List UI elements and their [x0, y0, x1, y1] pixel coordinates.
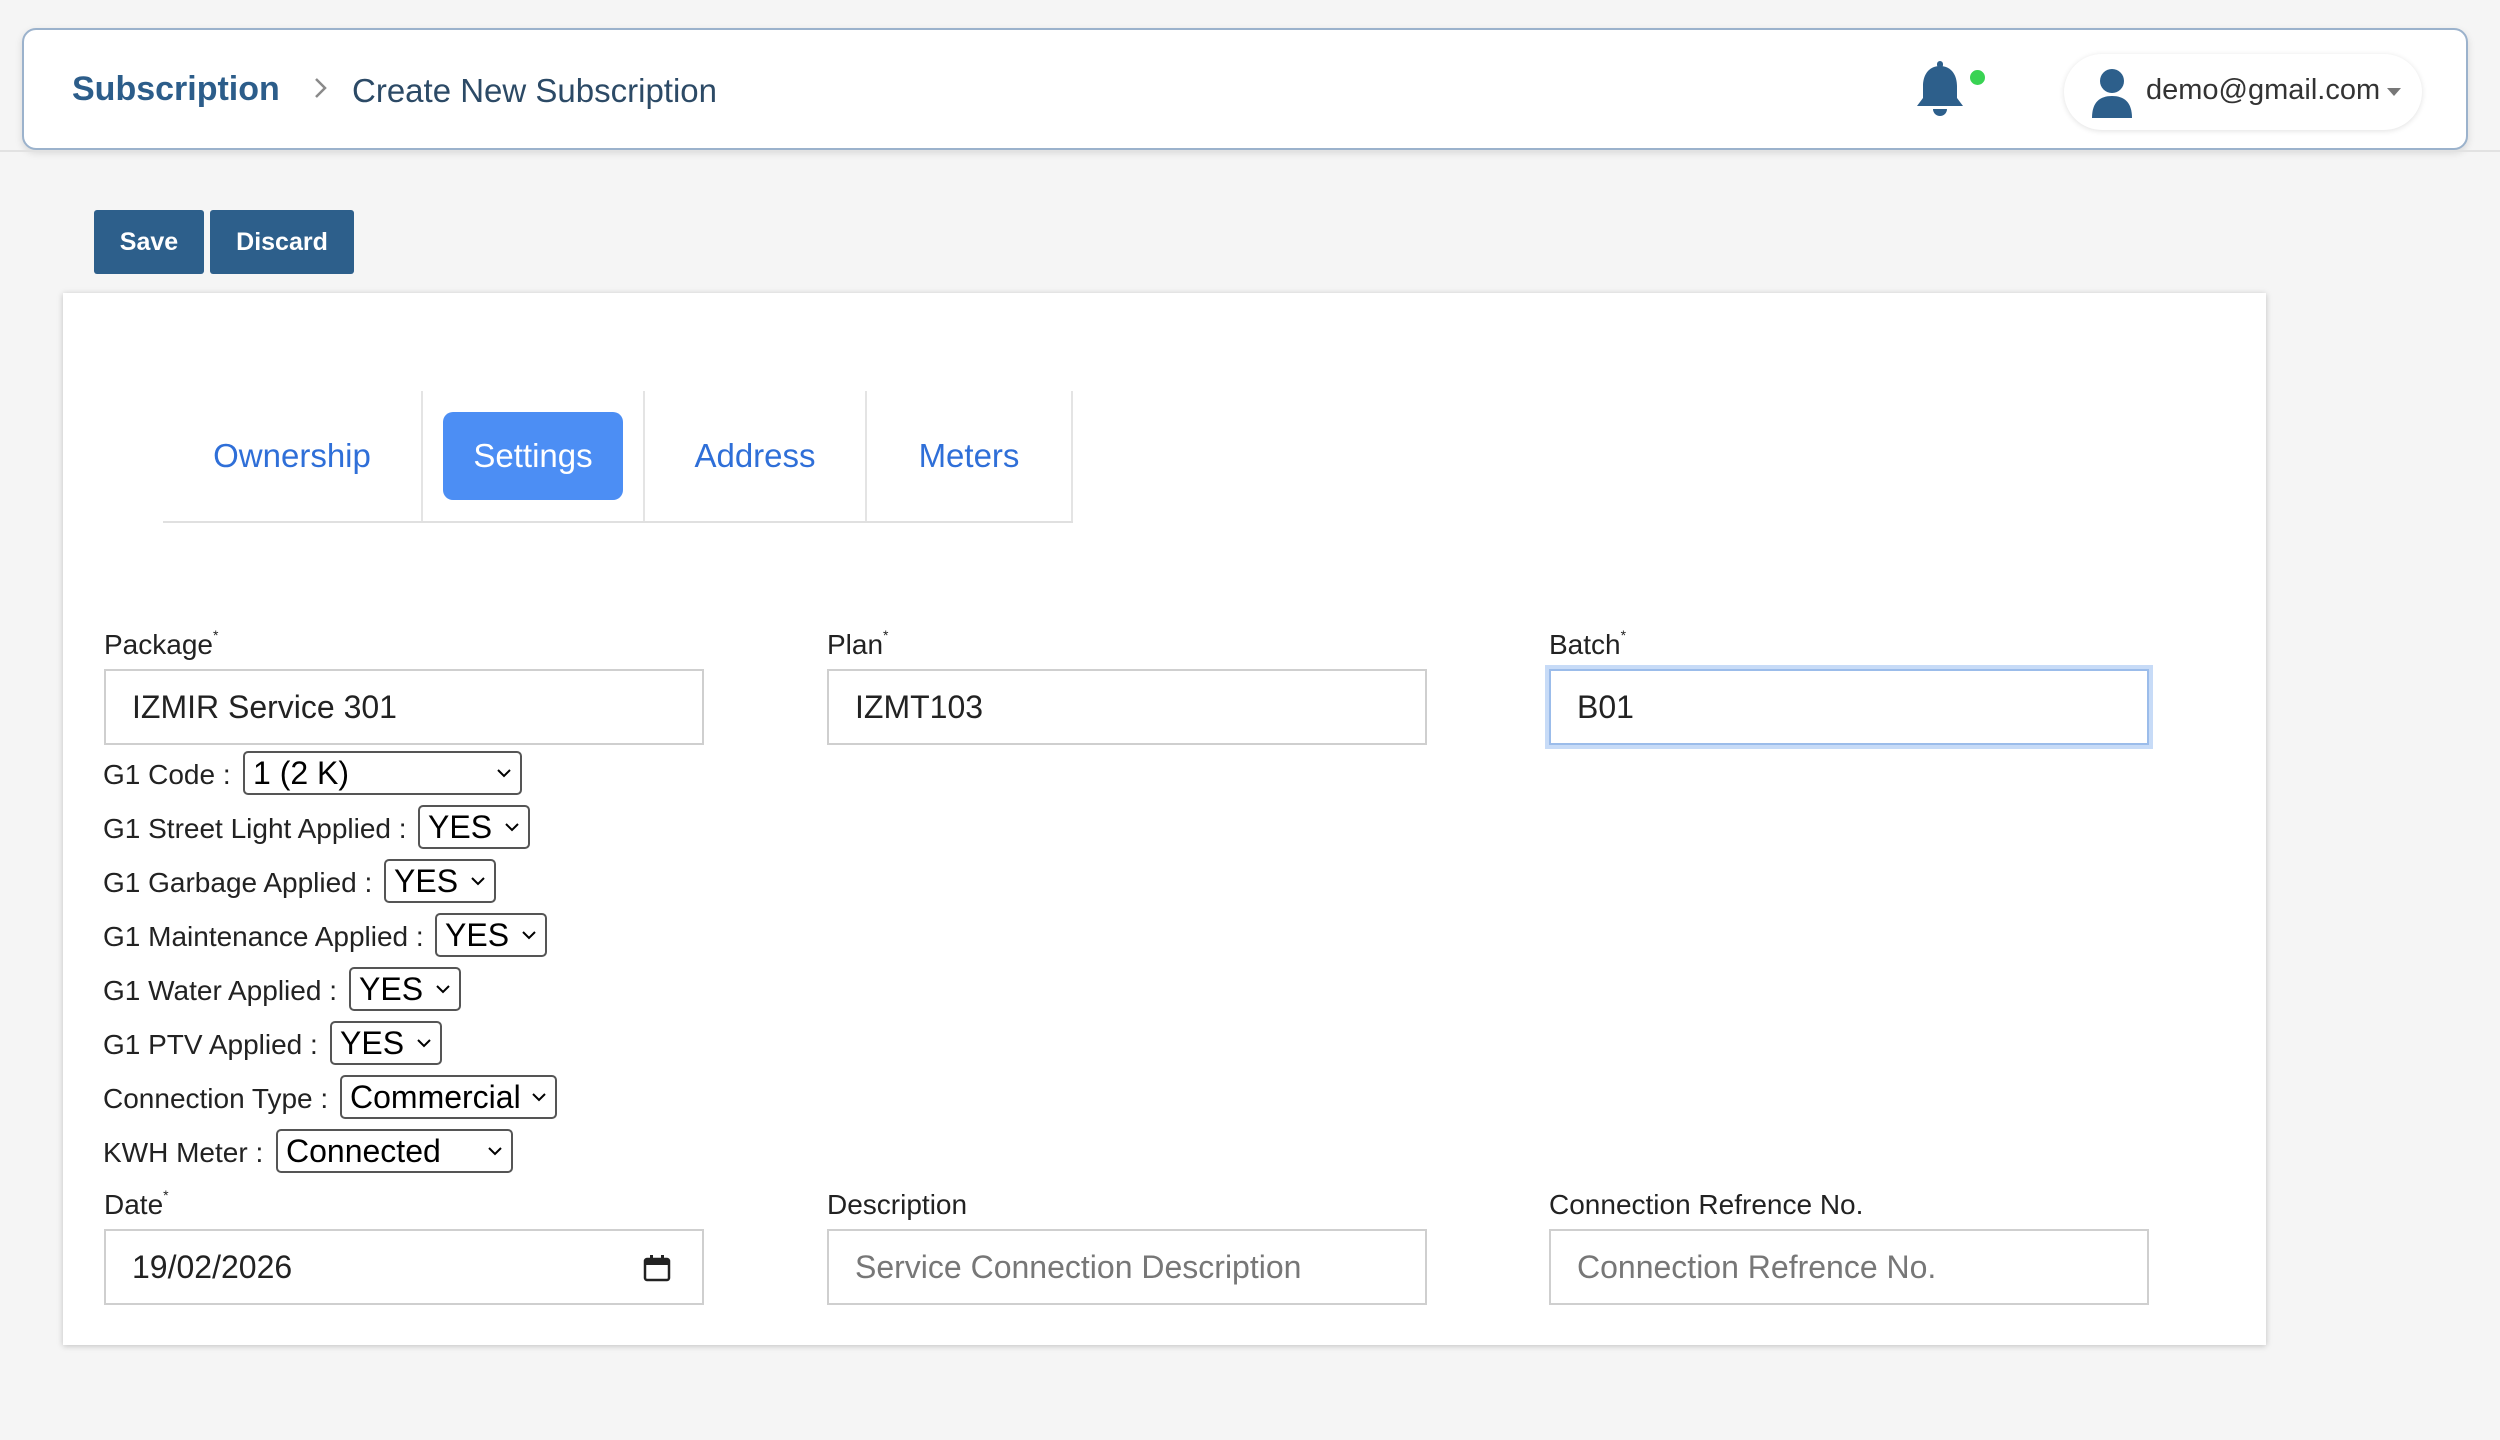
chevron-down-icon	[522, 931, 536, 940]
tab-meters[interactable]: Meters	[867, 391, 1073, 521]
tab-bar: Ownership Settings Address Meters	[163, 391, 1073, 523]
date-field[interactable]: 19/02/2026	[104, 1229, 704, 1305]
chevron-down-icon	[436, 985, 450, 994]
g1-code-label: G1 Code :	[103, 759, 231, 790]
top-header: Subscription Create New Subscription dem…	[22, 28, 2468, 150]
tab-ownership-label: Ownership	[213, 437, 371, 474]
kwh-meter-label: KWH Meter :	[103, 1137, 264, 1168]
date-label: Date*	[104, 1186, 169, 1220]
chevron-right-icon	[315, 78, 327, 98]
connection-type-select[interactable]: Commercial	[340, 1075, 557, 1119]
bell-icon[interactable]	[1912, 60, 1968, 120]
breadcrumb-current: Create New Subscription	[352, 72, 717, 109]
chevron-down-icon	[532, 1093, 546, 1102]
breadcrumb-subscription[interactable]: Subscription	[72, 70, 280, 109]
batch-label: Batch*	[1549, 626, 1627, 660]
calendar-icon[interactable]	[642, 1253, 672, 1283]
header-divider	[0, 150, 2500, 152]
user-menu[interactable]: demo@gmail.com	[2064, 54, 2422, 130]
connection-reference-field[interactable]: Connection Refrence No.	[1549, 1229, 2149, 1305]
g1-water-label: G1 Water Applied :	[103, 975, 337, 1006]
g1-maintenance-label: G1 Maintenance Applied :	[103, 921, 424, 952]
batch-field[interactable]: B01	[1549, 669, 2149, 745]
description-field[interactable]: Service Connection Description	[827, 1229, 1427, 1305]
plan-field[interactable]: IZMT103	[827, 669, 1427, 745]
g1-street-light-label: G1 Street Light Applied :	[103, 813, 407, 844]
g1-maintenance-select[interactable]: YES	[435, 913, 547, 957]
chevron-down-icon	[488, 1147, 502, 1156]
caret-down-icon	[2387, 88, 2401, 96]
user-email: demo@gmail.com	[2146, 74, 2381, 106]
tab-meters-label: Meters	[918, 437, 1020, 474]
connection-type-label: Connection Type :	[103, 1083, 329, 1114]
discard-button[interactable]: Discard	[210, 210, 354, 274]
chevron-down-icon	[497, 769, 511, 778]
tab-settings[interactable]: Settings	[423, 391, 645, 521]
g1-garbage-label: G1 Garbage Applied :	[103, 867, 373, 898]
tab-address-label: Address	[694, 437, 816, 474]
g1-street-light-select[interactable]: YES	[418, 805, 530, 849]
chevron-down-icon	[471, 877, 485, 886]
tab-ownership[interactable]: Ownership	[163, 391, 423, 521]
chevron-down-icon	[417, 1039, 431, 1048]
user-icon	[2092, 69, 2132, 118]
kwh-meter-select[interactable]: Connected	[276, 1129, 513, 1173]
g1-garbage-select[interactable]: YES	[384, 859, 496, 903]
tab-address[interactable]: Address	[645, 391, 867, 521]
plan-label: Plan*	[827, 626, 889, 660]
g1-ptv-select[interactable]: YES	[330, 1021, 442, 1065]
g1-code-select[interactable]: 1 (2 K)	[243, 751, 522, 795]
g1-ptv-label: G1 PTV Applied :	[103, 1029, 318, 1060]
chevron-down-icon	[505, 823, 519, 832]
subscription-form-card: Ownership Settings Address Meters Packag…	[63, 293, 2266, 1345]
save-button[interactable]: Save	[94, 210, 204, 274]
g1-water-select[interactable]: YES	[349, 967, 461, 1011]
description-label: Description	[827, 1189, 968, 1220]
connection-reference-label: Connection Refrence No.	[1549, 1189, 1864, 1220]
tab-settings-label: Settings	[443, 412, 623, 500]
package-field[interactable]: IZMIR Service 301	[104, 669, 704, 745]
package-label: Package*	[104, 626, 219, 660]
notification-dot	[1970, 70, 1985, 85]
